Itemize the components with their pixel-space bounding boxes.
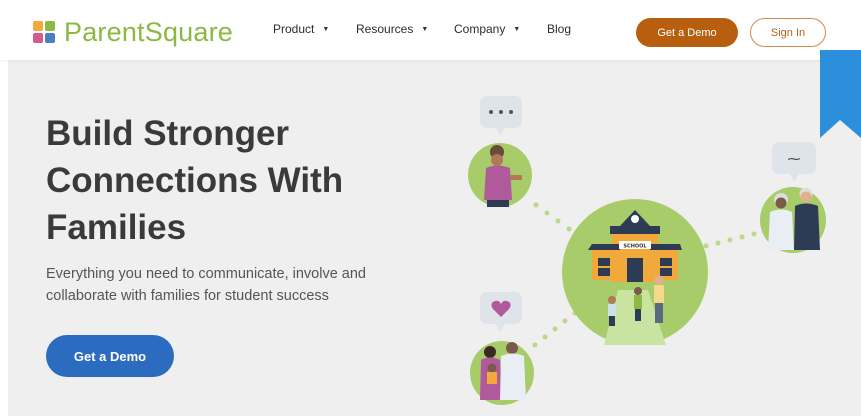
sign-in-button[interactable]: Sign In	[750, 18, 826, 47]
nav-item-label: Company	[454, 22, 506, 36]
chevron-down-icon: ▼	[421, 25, 429, 33]
nav-item-resources[interactable]: Resources ▼	[356, 22, 428, 36]
nav-item-label: Resources	[356, 22, 414, 36]
parent-avatar-top	[468, 143, 532, 207]
nav-item-blog[interactable]: Blog	[547, 22, 571, 36]
grandparents-avatar	[760, 187, 826, 253]
sign-language-bubble-icon: ⁓	[772, 142, 816, 182]
family-avatar	[470, 341, 534, 405]
svg-text:⁓: ⁓	[788, 152, 801, 167]
school-illustration: SCHOOL	[562, 199, 708, 345]
logo-mark-icon	[33, 21, 55, 43]
nav-item-company[interactable]: Company ▼	[454, 22, 520, 36]
chat-bubble-icon	[480, 96, 522, 136]
nav-item-label: Blog	[547, 22, 572, 36]
brand-logo[interactable]: ParentSquare	[33, 17, 233, 47]
nav-item-product[interactable]: Product ▼	[273, 22, 329, 36]
school-sign: SCHOOL	[623, 244, 647, 250]
nav-item-label: Product	[273, 22, 315, 36]
get-a-demo-button[interactable]: Get a Demo	[636, 18, 738, 47]
chevron-down-icon: ▼	[513, 25, 521, 33]
chevron-down-icon: ▼	[322, 25, 330, 33]
brand-name: ParentSquare	[64, 17, 234, 47]
feedback-ribbon-icon[interactable]	[820, 50, 861, 140]
site-header: ParentSquare Product ▼ Resources ▼ Compa…	[0, 0, 861, 60]
heart-bubble-icon	[480, 292, 522, 332]
hero-illustration: ⁓ SCHOOL	[468, 96, 826, 405]
